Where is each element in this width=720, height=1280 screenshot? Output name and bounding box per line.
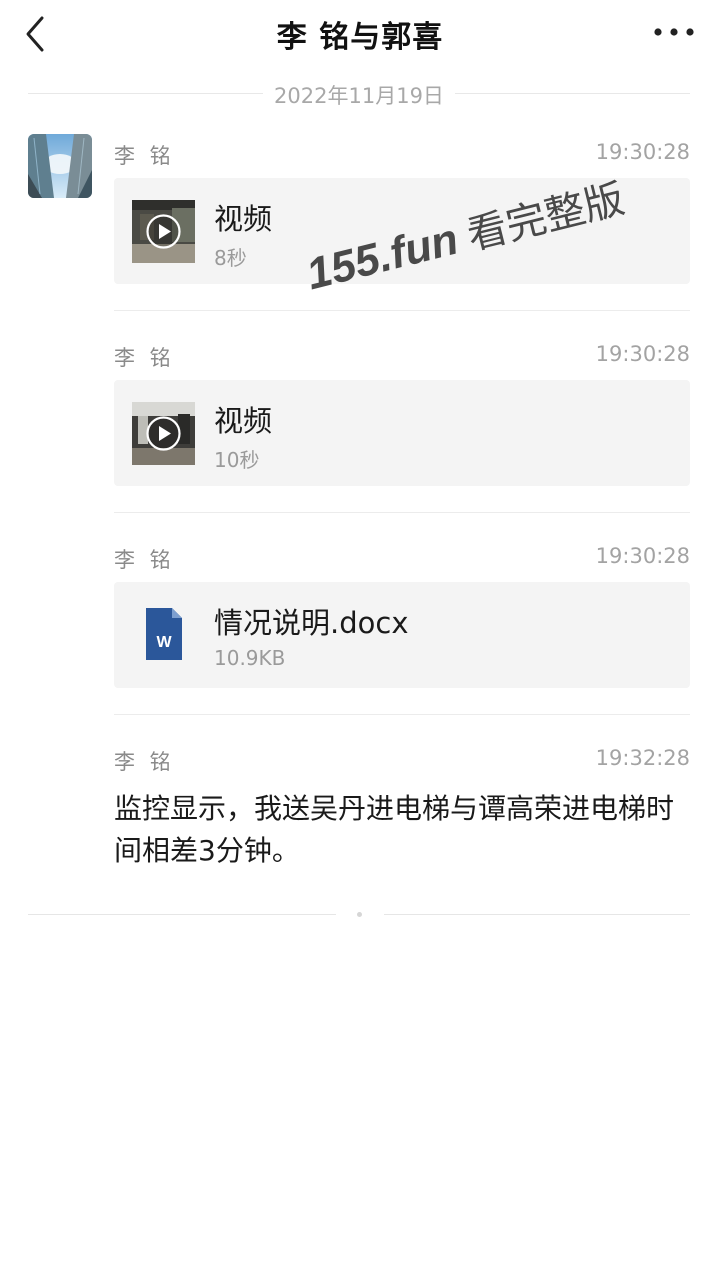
divider-line [384, 914, 690, 915]
message-text: 监控显示，我送吴丹进电梯与谭高荣进电梯时间相差3分钟。 [114, 792, 675, 867]
sender-name: 李 铭 [114, 144, 175, 168]
more-horizontal-icon [654, 28, 694, 36]
end-divider [28, 908, 690, 922]
video-title: 视频 [214, 202, 273, 236]
divider-dot [357, 912, 362, 917]
file-card[interactable]: W 情况说明.docx 10.9KB [114, 582, 690, 688]
video-card[interactable]: 视频 10秒 [114, 380, 690, 486]
divider-line [455, 93, 690, 94]
sender-name: 李 铭 [114, 346, 175, 370]
avatar-image [28, 134, 92, 198]
video-thumbnail [132, 402, 195, 465]
video-thumbnail [132, 200, 195, 263]
message-time: 19:30:28 [595, 140, 690, 164]
video-title: 视频 [214, 404, 273, 438]
message-time: 19:30:28 [595, 342, 690, 366]
avatar[interactable] [28, 134, 92, 198]
file-size: 10.9KB [214, 646, 286, 670]
file-name: 情况说明.docx [214, 606, 409, 640]
sender-name: 李 铭 [114, 548, 175, 572]
date-label: 2022年11月19日 [274, 84, 444, 108]
message-separator [114, 512, 690, 513]
svg-text:W: W [156, 634, 172, 651]
sender-name: 李 铭 [114, 750, 175, 774]
date-divider: 2022年11月19日 [28, 80, 690, 110]
divider-line [28, 914, 336, 915]
message-time: 19:32:28 [595, 746, 690, 770]
page-title: 李 铭与郭喜 [276, 20, 444, 55]
message-separator [114, 310, 690, 311]
top-bar: 李 铭与郭喜 [0, 0, 720, 70]
word-file-icon: W [144, 606, 184, 662]
video-duration: 10秒 [214, 448, 260, 472]
message-time: 19:30:28 [595, 544, 690, 568]
more-button[interactable] [652, 22, 696, 42]
video-duration: 8秒 [214, 246, 247, 270]
message-separator [114, 714, 690, 715]
